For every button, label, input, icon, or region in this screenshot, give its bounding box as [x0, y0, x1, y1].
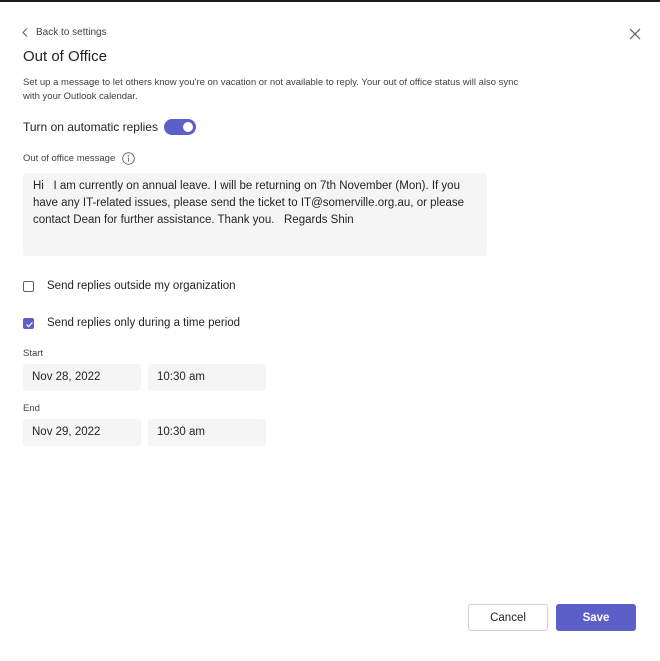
- page-description: Set up a message to let others know you'…: [23, 77, 519, 102]
- out-of-office-message-input[interactable]: Hi I am currently on annual leave. I wil…: [23, 173, 487, 256]
- automatic-replies-row: Turn on automatic replies: [23, 119, 196, 135]
- toggle-knob: [182, 122, 193, 132]
- close-icon[interactable]: [628, 27, 642, 41]
- info-icon[interactable]: [122, 152, 136, 165]
- back-to-settings-link[interactable]: Back to settings: [22, 27, 107, 38]
- automatic-replies-toggle[interactable]: [163, 119, 196, 135]
- chevron-left-icon: [22, 28, 28, 37]
- send-outside-org-label: Send replies outside my organization: [47, 280, 236, 292]
- start-date-picker[interactable]: Nov 28, 2022: [23, 364, 141, 391]
- send-time-period-label: Send replies only during a time period: [47, 317, 241, 329]
- automatic-replies-label: Turn on automatic replies: [23, 120, 158, 134]
- end-date-picker[interactable]: Nov 29, 2022: [23, 419, 141, 446]
- message-label: Out of office message: [23, 153, 116, 164]
- start-label: Start: [23, 348, 44, 359]
- end-label: End: [23, 403, 40, 414]
- checkmark-icon: [26, 321, 33, 327]
- page-title: Out of Office: [23, 48, 107, 65]
- back-link-label: Back to settings: [36, 27, 107, 38]
- start-time-picker[interactable]: 10:30 am: [148, 364, 266, 391]
- send-outside-org-option[interactable]: Send replies outside my organization: [23, 280, 236, 292]
- out-of-office-dialog: Back to settings Out of Office Set up a …: [0, 0, 660, 661]
- send-outside-org-checkbox[interactable]: [23, 280, 34, 292]
- send-time-period-checkbox[interactable]: [23, 317, 34, 329]
- end-time-picker[interactable]: 10:30 am: [148, 419, 266, 446]
- cancel-button[interactable]: Cancel: [468, 604, 548, 631]
- window-top-border: [0, 0, 660, 2]
- message-label-row: Out of office message: [23, 152, 136, 165]
- send-time-period-option[interactable]: Send replies only during a time period: [23, 317, 240, 329]
- save-button[interactable]: Save: [556, 604, 636, 631]
